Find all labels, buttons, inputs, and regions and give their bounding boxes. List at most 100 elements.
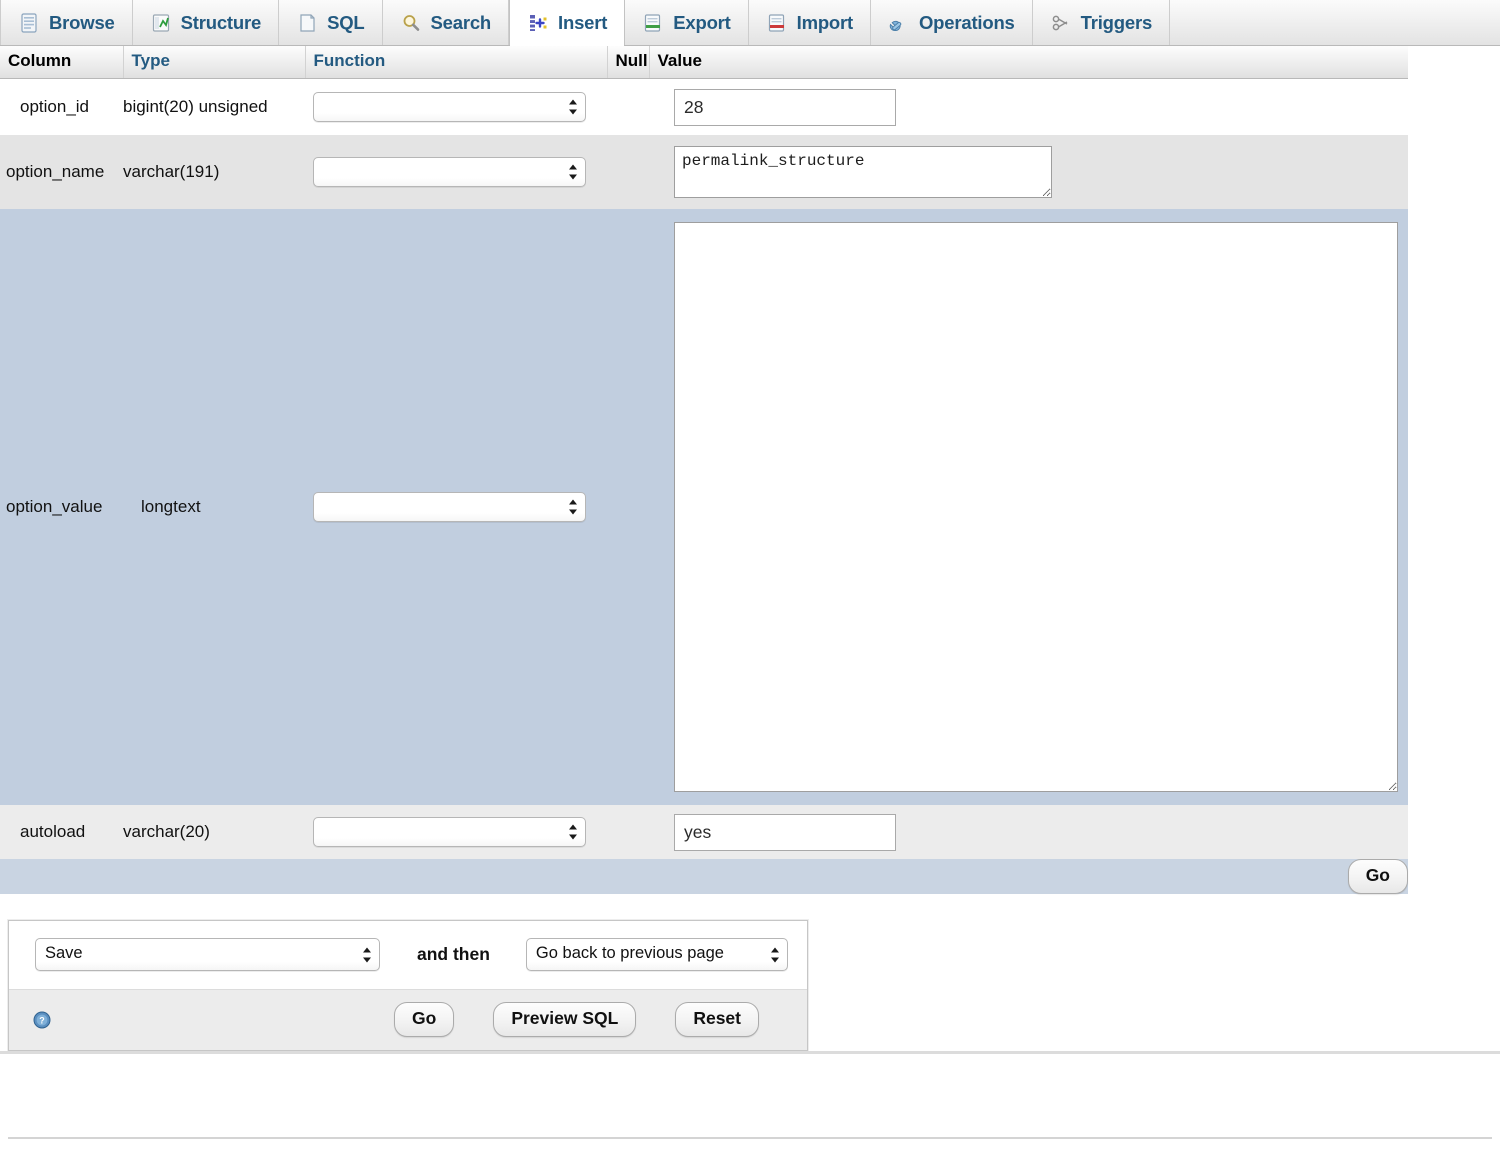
tab-operations[interactable]: Operations [871,0,1033,45]
bottom-divider [8,1137,1492,1139]
search-icon [400,12,422,34]
tab-operations-label: Operations [919,12,1015,34]
row-column-name-cell: autoload [0,805,123,859]
after-insert-select[interactable]: Go back to previous page [526,938,788,971]
header-null: Null [607,46,649,79]
table-row: option_value longtext [0,209,1408,805]
row-function-cell [305,805,607,859]
header-value: Value [649,46,1408,79]
help-question-icon[interactable]: ? [33,1011,51,1029]
options-selects-row: Save and then Go back to previous page [9,921,807,989]
table-row: option_name varchar(191) permalink_struc… [0,135,1408,209]
row-null-cell [607,135,649,209]
save-mode-value: Save [36,939,379,968]
tab-structure[interactable]: Structure [133,0,279,45]
tab-search-label: Search [431,12,492,34]
row-null-cell [607,805,649,859]
main-tab-bar: Browse Structure SQL Search [0,0,1500,46]
function-select-value [314,818,585,826]
header-function[interactable]: Function [305,46,607,79]
row-function-cell [305,79,607,136]
save-mode-select[interactable]: Save [35,938,380,971]
row-null-cell [607,79,649,136]
and-then-label: and then [417,944,490,965]
function-select-value [314,493,585,501]
tab-export[interactable]: Export [625,0,748,45]
export-icon [642,12,664,34]
chevron-updown-icon [569,499,578,516]
chevron-updown-icon [771,946,780,963]
function-select-option-name[interactable] [313,157,586,187]
row-column-name: autoload [0,805,123,859]
panel-bottom-strip [0,1051,1500,1054]
function-select-autoload[interactable] [313,817,586,847]
row-column-name: option_id [0,79,123,135]
row-null-cell [607,209,649,805]
after-insert-value: Go back to previous page [527,939,787,968]
action-button-group: Go Preview SQL Reset [394,1002,759,1037]
tab-browse-label: Browse [49,12,115,34]
tab-import[interactable]: Import [749,0,871,45]
value-input-option-id[interactable] [674,89,896,126]
chevron-updown-icon [569,164,578,181]
function-select-value [314,93,585,101]
operations-icon [888,12,910,34]
insert-options-panel: Save and then Go back to previous page ?… [8,920,808,1051]
svg-text:?: ? [39,1015,45,1025]
row-type: longtext [123,497,305,517]
options-buttons-row: ? Go Preview SQL Reset [9,989,807,1050]
go-button[interactable]: Go [394,1002,454,1037]
header-column[interactable]: Column [0,46,123,79]
tab-browse[interactable]: Browse [0,0,133,45]
row-type: varchar(20) [123,822,305,842]
tab-insert[interactable]: Insert [509,0,625,45]
table-row: autoload varchar(20) [0,805,1408,859]
insert-icon [527,12,549,34]
value-textarea-option-value[interactable] [674,222,1398,792]
row-column-name-cell: option_id [0,79,123,136]
row-value-cell [649,209,1408,805]
chevron-updown-icon [569,99,578,116]
row-type-cell: longtext [123,209,305,805]
chevron-updown-icon [363,946,372,963]
row-function-cell [305,135,607,209]
table-footer-row: Go [0,859,1408,894]
row-value-cell [649,79,1408,136]
function-select-option-value[interactable] [313,492,586,522]
tab-insert-label: Insert [558,12,607,34]
row-function-cell [305,209,607,805]
tab-structure-label: Structure [181,12,261,34]
table-header-row: Column Type Function Null Value [0,46,1408,79]
tab-sql[interactable]: SQL [279,0,382,45]
preview-sql-button[interactable]: Preview SQL [493,1002,636,1037]
tab-sql-label: SQL [327,12,364,34]
function-select-option-id[interactable] [313,92,586,122]
row-type-cell: bigint(20) unsigned [123,79,305,136]
tab-export-label: Export [673,12,730,34]
row-value-cell [649,805,1408,859]
reset-button[interactable]: Reset [675,1002,759,1037]
row-type-cell: varchar(20) [123,805,305,859]
header-type[interactable]: Type [123,46,305,79]
row-column-name: option_name [0,162,123,182]
import-icon [766,12,788,34]
browse-icon [18,12,40,34]
tab-triggers-label: Triggers [1081,12,1152,34]
table-footer-cell: Go [0,859,1408,894]
row-value-cell: permalink_structure [649,135,1408,209]
structure-icon [150,12,172,34]
value-textarea-option-name[interactable]: permalink_structure [674,146,1052,198]
triggers-icon [1050,12,1072,34]
tab-search[interactable]: Search [383,0,510,45]
tab-triggers[interactable]: Triggers [1033,0,1170,45]
tab-import-label: Import [797,12,853,34]
row-column-name-cell: option_name [0,135,123,209]
sql-icon [296,12,318,34]
table-go-button[interactable]: Go [1348,859,1408,894]
row-type: bigint(20) unsigned [123,97,305,117]
insert-form-table: Column Type Function Null Value option_i… [0,46,1408,894]
row-type: varchar(191) [123,162,305,182]
function-select-value [314,158,585,166]
chevron-updown-icon [569,824,578,841]
value-input-autoload[interactable] [674,814,896,851]
